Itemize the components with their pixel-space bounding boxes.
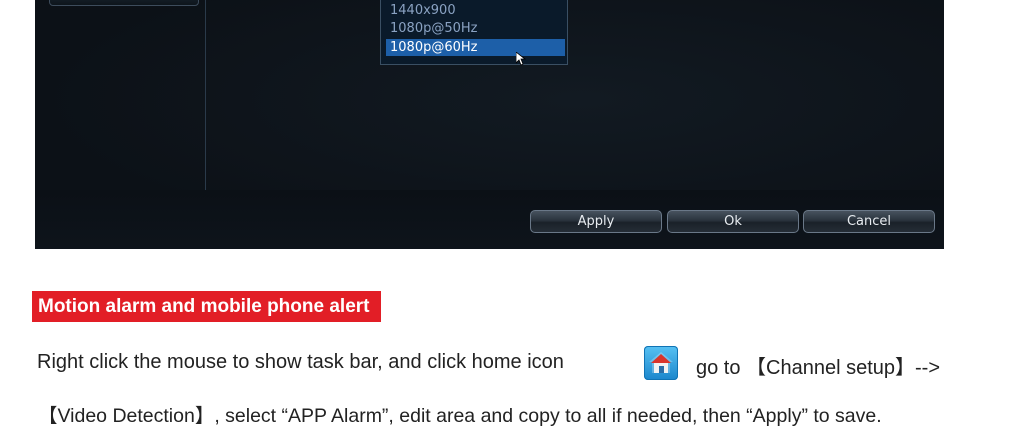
- resolution-option-selected[interactable]: 1080p@60Hz: [386, 39, 565, 56]
- apply-button[interactable]: Apply: [530, 210, 662, 233]
- section-title: Motion alarm and mobile phone alert: [32, 291, 382, 322]
- resolution-option[interactable]: 1440x900: [386, 2, 456, 19]
- instruction-line-1-part-2: go to 【Channel setup】-->: [696, 357, 941, 379]
- instruction-line-1-part-1: Right click the mouse to show task bar, …: [37, 351, 564, 373]
- ok-button[interactable]: Ok: [667, 210, 799, 233]
- home-icon: [644, 346, 678, 380]
- cancel-button[interactable]: Cancel: [803, 210, 935, 233]
- resolution-option[interactable]: 1080p@50Hz: [386, 20, 477, 37]
- dvr-settings-screenshot: 1440x900 1080p@50Hz 1080p@60Hz Apply Ok …: [35, 0, 944, 249]
- resolution-dropdown-list[interactable]: 1440x900 1080p@50Hz 1080p@60Hz: [380, 0, 568, 65]
- menu-tab-button[interactable]: [49, 0, 199, 6]
- mouse-pointer-icon: [516, 52, 527, 66]
- instruction-line-2: 【Video Detection】, select “APP Alarm”, e…: [38, 405, 882, 427]
